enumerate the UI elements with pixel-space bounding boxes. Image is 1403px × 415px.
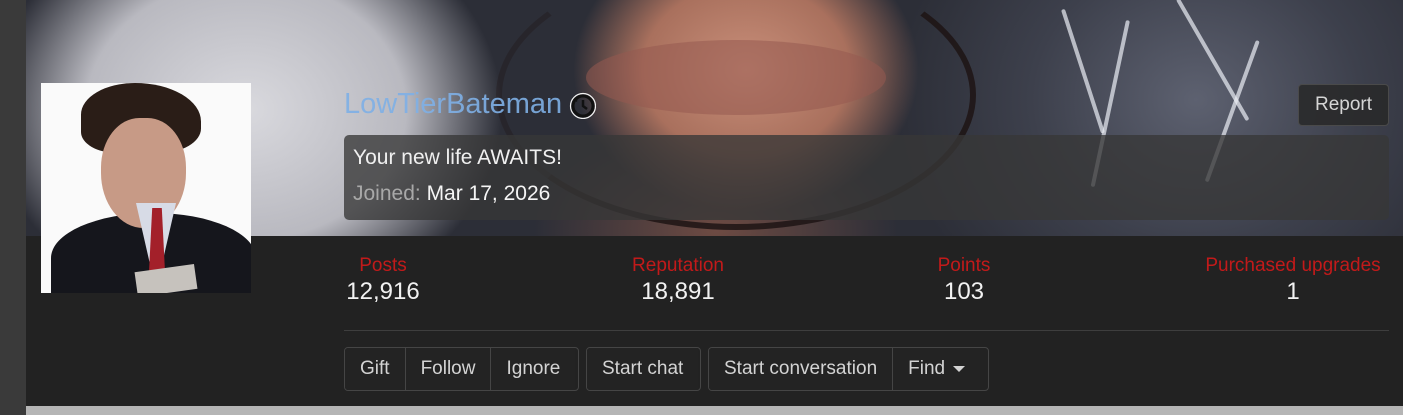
stat-value: 18,891 (641, 278, 715, 305)
action-group-chat: Start chat (586, 347, 701, 391)
custom-status: Your new life AWAITS! (353, 146, 562, 169)
gift-button[interactable]: Gift (345, 348, 406, 390)
member-stats: Posts 12,916 Reputation 18,891 Points 10… (344, 254, 1389, 314)
find-label: Find (908, 358, 946, 379)
joined-label: Joined: (353, 182, 421, 205)
banner-lightning (1061, 8, 1105, 134)
stat-label: Purchased upgrades (1205, 255, 1381, 276)
follow-button[interactable]: Follow (405, 348, 492, 390)
stat-value: 1 (1286, 278, 1300, 305)
stat-purchased-upgrades[interactable]: Purchased upgrades 1 (1197, 254, 1389, 306)
user-avatar[interactable] (41, 83, 251, 293)
find-dropdown-button[interactable]: Find (893, 348, 981, 390)
page-bottom-strip (26, 406, 1403, 415)
stat-label: Points (937, 255, 991, 276)
username[interactable]: LowTierBateman (344, 88, 562, 121)
stat-value: 12,916 (346, 278, 420, 305)
action-group-conversation: Start conversation Find (708, 347, 989, 391)
banner-lightning (1176, 0, 1250, 122)
stat-label: Posts (359, 255, 407, 276)
ignore-button[interactable]: Ignore (491, 348, 576, 390)
stat-posts[interactable]: Posts 12,916 (344, 254, 422, 306)
joined-row: Joined: Mar 17, 2026 (353, 181, 1380, 207)
start-conversation-button[interactable]: Start conversation (709, 348, 894, 390)
joined-date: Mar 17, 2026 (426, 182, 551, 205)
report-button[interactable]: Report (1298, 84, 1389, 126)
stat-points[interactable]: Points 103 (932, 254, 996, 306)
member-profile-header: LowTierBateman Report Your new life AWAI… (26, 0, 1403, 406)
profile-about-box: Your new life AWAITS! Joined: Mar 17, 20… (344, 135, 1389, 220)
caret-down-icon (953, 366, 966, 372)
stat-reputation[interactable]: Reputation 18,891 (622, 254, 734, 306)
clock-rewind-icon (570, 92, 597, 119)
stat-label: Reputation (632, 255, 724, 276)
stat-value: 103 (943, 278, 985, 305)
username-row: LowTierBateman (344, 88, 597, 121)
left-rail (0, 0, 26, 415)
divider (344, 330, 1389, 331)
start-chat-button[interactable]: Start chat (587, 348, 699, 390)
action-group-social: Gift Follow Ignore (344, 347, 579, 391)
